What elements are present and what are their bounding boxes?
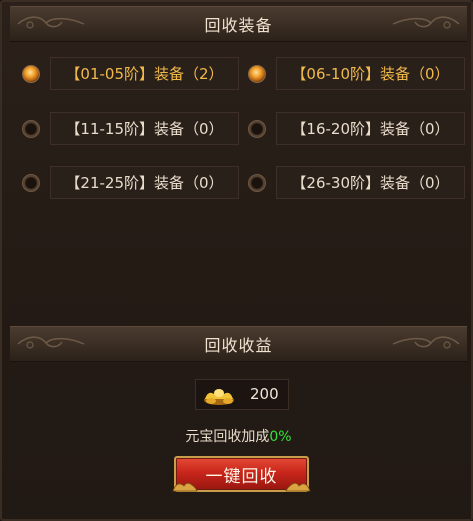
option-row: 【21-25阶】装备（0） 【26-30阶】装备（0） — [2, 166, 473, 202]
scroll-ornament-icon — [392, 16, 460, 29]
option-row: 【01-05阶】装备（2） 【06-10阶】装备（0） — [2, 57, 473, 93]
recycle-panel: 回收装备 【01-05阶】装备（2） 【06-10阶】装备（0） 【11-15阶… — [0, 0, 473, 521]
income-section-title: 回收收益 — [204, 336, 273, 355]
radio-button[interactable] — [22, 65, 40, 83]
gold-ingot-icon — [204, 389, 234, 405]
ingot-amount: 200 — [250, 385, 279, 403]
recycle-button-label: 一键回收 — [205, 466, 278, 487]
scroll-ornament-icon — [17, 336, 85, 349]
tier-option-label[interactable]: 【01-05阶】装备（2） — [50, 57, 239, 90]
bonus-label: 元宝回收加成 — [185, 429, 270, 445]
tier-option-label[interactable]: 【06-10阶】装备（0） — [276, 57, 465, 90]
radio-button[interactable] — [248, 120, 266, 138]
tier-option-label[interactable]: 【11-15阶】装备（0） — [50, 112, 239, 145]
tier-option-label[interactable]: 【21-25阶】装备（0） — [50, 166, 239, 199]
radio-button[interactable] — [248, 65, 266, 83]
flame-ornament-icon — [172, 482, 198, 492]
scroll-ornament-icon — [17, 16, 85, 29]
income-section-header: 回收收益 — [10, 326, 467, 362]
flame-ornament-icon — [285, 482, 311, 492]
radio-button[interactable] — [248, 174, 266, 192]
equip-section-title: 回收装备 — [204, 16, 273, 35]
tier-option-label[interactable]: 【26-30阶】装备（0） — [276, 166, 465, 199]
bonus-value: 0% — [269, 429, 292, 445]
option-row: 【11-15阶】装备（0） 【16-20阶】装备（0） — [2, 112, 473, 148]
ingot-income-box: 200 — [195, 379, 289, 410]
one-click-recycle-button[interactable]: 一键回收 — [172, 456, 311, 492]
equip-section-header: 回收装备 — [10, 6, 467, 42]
scroll-ornament-icon — [392, 336, 460, 349]
radio-button[interactable] — [22, 174, 40, 192]
bonus-line: 元宝回收加成0% — [2, 426, 473, 446]
tier-option-label[interactable]: 【16-20阶】装备（0） — [276, 112, 465, 145]
radio-button[interactable] — [22, 120, 40, 138]
